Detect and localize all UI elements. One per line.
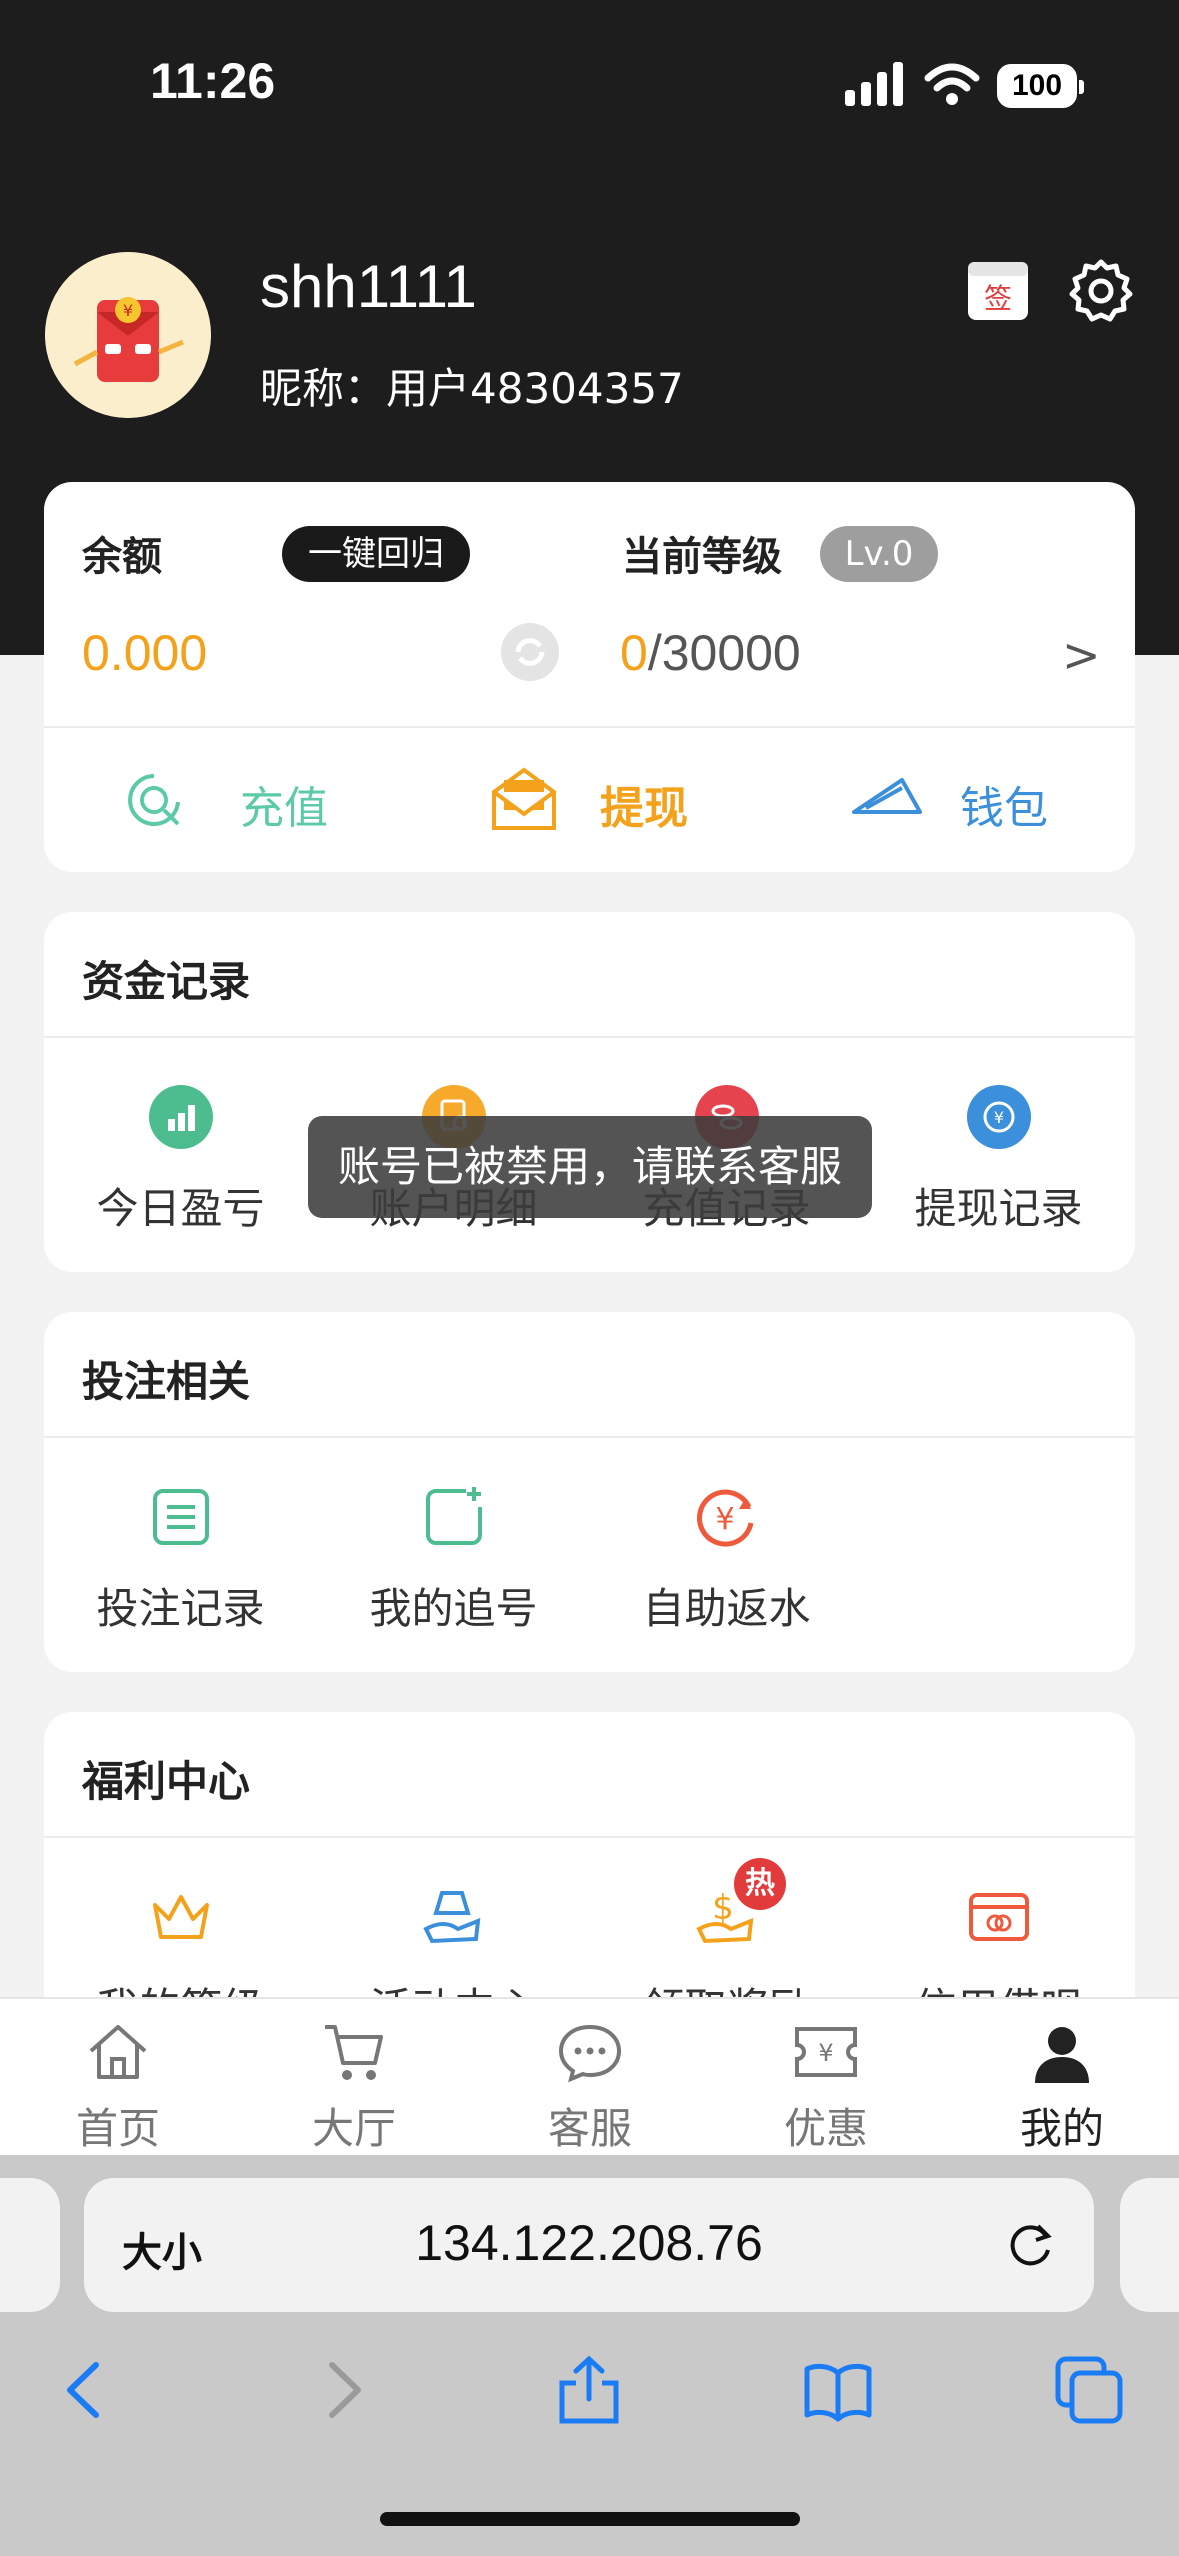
bet-item-label: 投注记录 <box>96 1584 265 1633</box>
address-bar[interactable]: 大小 134.122.208.76 <box>84 2178 1094 2312</box>
tab-lobby[interactable]: 大厅 <box>236 2021 472 2156</box>
recharge-label: 充值 <box>240 783 328 834</box>
bet-item-self-rebate[interactable]: ¥ 自助返水 <box>590 1485 863 1636</box>
bet-item-label: 自助返水 <box>642 1584 811 1633</box>
bet-item-my-chase[interactable]: 我的追号 <box>317 1485 590 1636</box>
funds-item-label: 今日盈亏 <box>96 1184 265 1233</box>
bet-item-bet-records[interactable]: 投注记录 <box>44 1485 317 1636</box>
cart-icon <box>325 2025 383 2080</box>
refresh-icon[interactable] <box>500 622 560 682</box>
svg-text:¥: ¥ <box>818 2039 833 2067</box>
bet-item-label: 我的追号 <box>369 1584 538 1633</box>
tab-label: 我的 <box>1019 2104 1104 2153</box>
chat-bubble-icon <box>558 2024 622 2083</box>
status-bar: 11:26 100 <box>0 0 1179 170</box>
url-text: 134.122.208.76 <box>415 2215 763 2271</box>
level-progress: 0/30000 <box>620 624 801 682</box>
level-label: 当前等级 <box>622 534 782 580</box>
rebate-yen-icon: ¥ <box>696 1489 753 1547</box>
nickname: 昵称：用户48304357 <box>260 364 684 413</box>
balance-card: 余额 一键回归 0.000 当前等级 Lv.0 0/30000 > 充值 提现 … <box>44 482 1135 872</box>
bookmarks-icon[interactable] <box>803 2355 873 2425</box>
wallet-label: 钱包 <box>960 783 1048 834</box>
battery-icon: 100 <box>997 64 1084 108</box>
level-arrow[interactable]: > <box>1062 628 1101 682</box>
crown-icon <box>152 1895 209 1939</box>
bet-section-title: 投注相关 <box>82 1357 251 1406</box>
funds-item-withdraw-records[interactable]: ¥ 提现记录 <box>862 1085 1135 1236</box>
sign-in-calendar-icon[interactable]: 签 <box>966 258 1030 322</box>
tab-label: 首页 <box>75 2104 160 2153</box>
coupon-icon: ¥ <box>795 2027 857 2077</box>
one-click-recall-button[interactable]: 一键回归 <box>282 526 470 582</box>
share-icon[interactable] <box>554 2355 624 2425</box>
hot-badge: 热 <box>734 1858 786 1910</box>
withdraw-clock-icon: ¥ <box>966 1085 1031 1149</box>
tab-home[interactable]: 首页 <box>0 2021 236 2156</box>
toast-message: 账号已被禁用，请联系客服 <box>308 1116 872 1218</box>
wallet-icon <box>852 778 922 814</box>
balance-label: 余额 <box>82 534 162 580</box>
level-progress-current: 0 <box>620 625 648 681</box>
reload-icon[interactable] <box>1002 2218 1058 2274</box>
home-indicator <box>380 2512 800 2526</box>
tab-promotions[interactable]: ¥ 优惠 <box>708 2021 944 2156</box>
level-badge: Lv.0 <box>820 526 938 582</box>
cellular-signal-icon <box>845 62 907 106</box>
wifi-icon <box>924 63 980 105</box>
bar-chart-icon <box>148 1085 213 1149</box>
add-square-icon <box>425 1487 482 1545</box>
bet-section: 投注相关 投注记录 我的追号 ¥ 自助返水 <box>44 1312 1135 1672</box>
funds-item-label: 提现记录 <box>914 1184 1083 1233</box>
avatar[interactable]: ¥ <box>45 252 211 418</box>
tab-customer-service[interactable]: 客服 <box>472 2021 708 2156</box>
funds-item-today-profit[interactable]: 今日盈亏 <box>44 1085 317 1236</box>
red-envelope-avatar-icon: ¥ <box>45 252 211 418</box>
gift-hand-icon <box>422 1891 480 1944</box>
welfare-section-title: 福利中心 <box>82 1757 251 1806</box>
svg-text:¥: ¥ <box>123 301 133 320</box>
divider <box>44 1036 1135 1038</box>
browser-toolbar: 大小 134.122.208.76 <box>0 2155 1179 2556</box>
forward-icon[interactable] <box>306 2355 376 2425</box>
tab-label: 客服 <box>547 2104 632 2153</box>
withdraw-label: 提现 <box>600 783 688 834</box>
previous-tab-preview[interactable] <box>0 2178 60 2312</box>
username: shh1111 <box>260 253 477 320</box>
next-tab-preview[interactable] <box>1120 2178 1179 2312</box>
withdraw-envelope-icon <box>492 767 556 830</box>
status-time: 11:26 <box>150 53 276 109</box>
gear-icon[interactable] <box>1068 258 1134 324</box>
recharge-icon <box>128 774 180 826</box>
divider <box>44 1436 1135 1438</box>
back-icon[interactable] <box>52 2355 122 2425</box>
home-icon <box>89 2025 147 2079</box>
sign-icon-text: 签 <box>984 282 1012 315</box>
recharge-button[interactable]: 充值 <box>124 760 384 840</box>
wallet-button[interactable]: 钱包 <box>852 760 1112 840</box>
funds-section: 资金记录 今日盈亏 账户明细 充值记录 ¥ 提现记录 <box>44 912 1135 1272</box>
tabs-icon[interactable] <box>1054 2355 1124 2425</box>
tab-mine[interactable]: 我的 <box>944 2021 1179 2156</box>
divider <box>44 726 1135 728</box>
divider <box>44 1836 1135 1838</box>
tab-label: 优惠 <box>783 2104 868 2153</box>
svg-text:¥: ¥ <box>715 1502 734 1537</box>
bottom-tab-bar: 首页 大厅 客服 ¥ 优惠 我的 <box>0 1997 1179 2155</box>
level-progress-total: /30000 <box>647 625 801 681</box>
tab-label: 大厅 <box>311 2104 396 2153</box>
svg-text:¥: ¥ <box>993 1108 1003 1127</box>
credit-card-icon <box>968 1893 1029 1941</box>
funds-section-title: 资金记录 <box>82 957 251 1006</box>
balance-value: 0.000 <box>82 625 208 681</box>
list-icon <box>152 1489 209 1545</box>
user-icon <box>1035 2027 1089 2083</box>
withdraw-button[interactable]: 提现 <box>488 760 748 840</box>
